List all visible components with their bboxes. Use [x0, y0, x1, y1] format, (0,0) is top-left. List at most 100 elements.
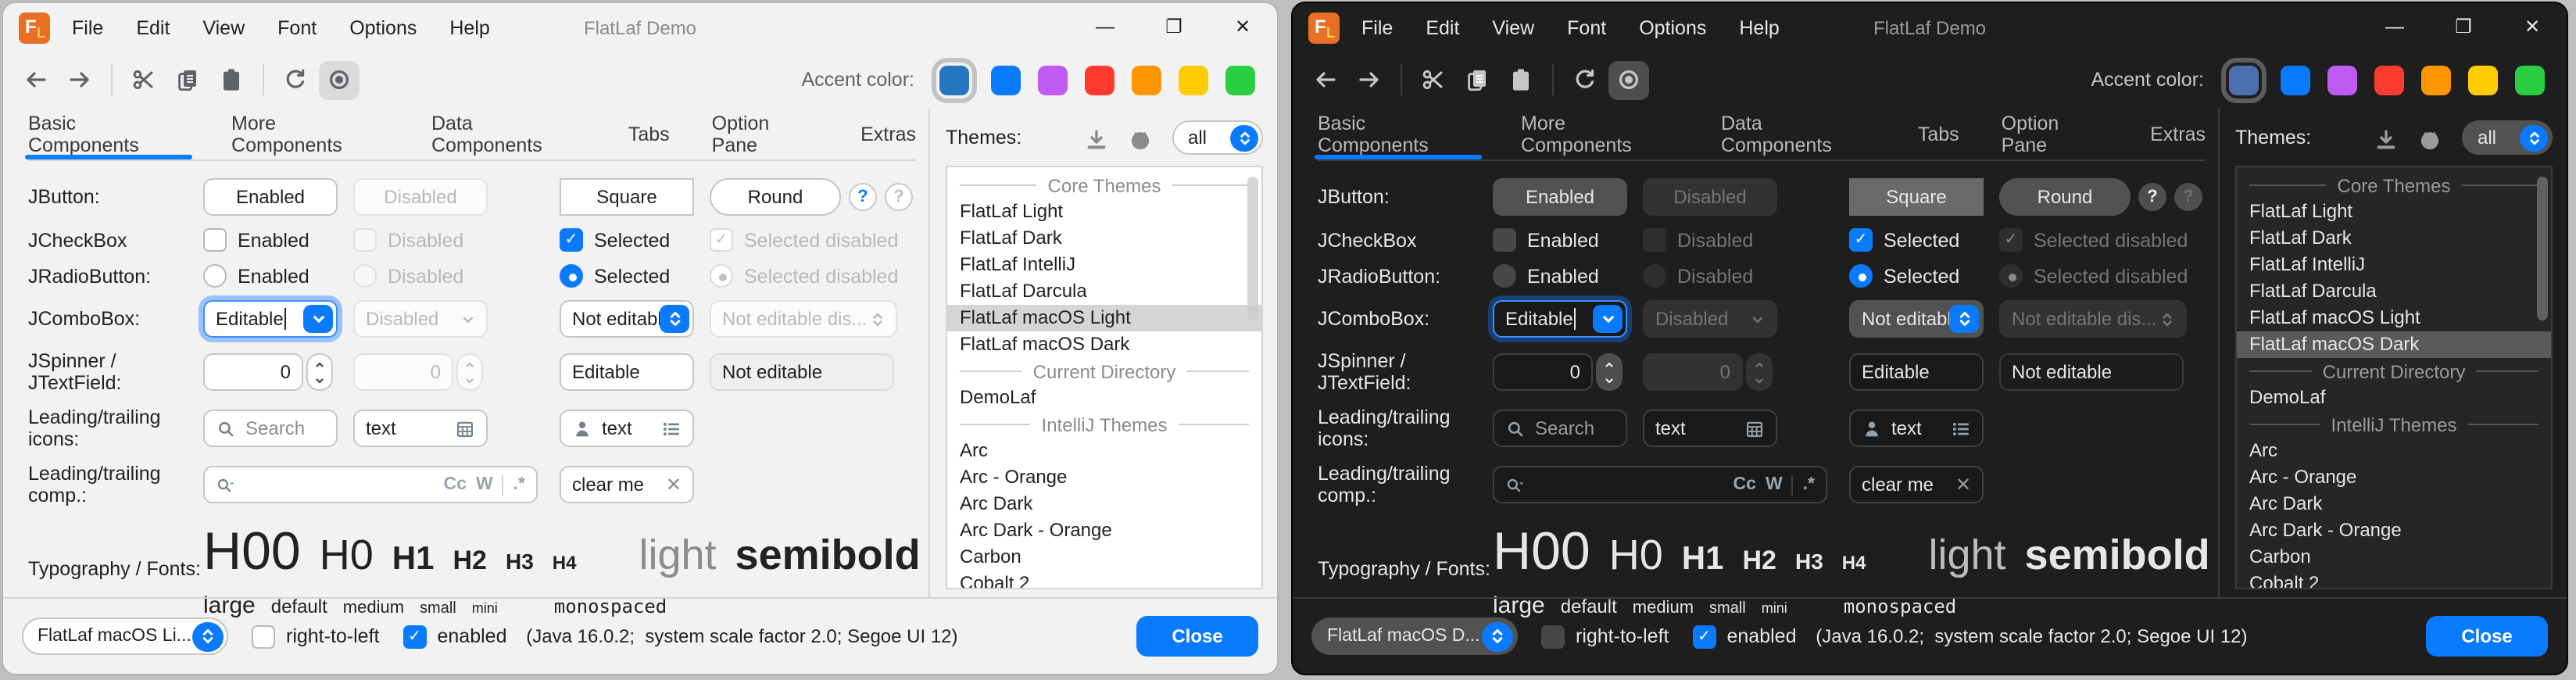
theme-item[interactable]: FlatLaf macOS Dark: [947, 331, 1261, 358]
spinner-value[interactable]: 0: [1493, 353, 1593, 391]
close-window-button[interactable]: ✕: [2498, 3, 2567, 52]
copy-icon[interactable]: [167, 60, 208, 99]
tab-extras[interactable]: Extras: [860, 108, 916, 159]
accent-swatch-orange[interactable]: [1132, 65, 1161, 95]
theme-item[interactable]: Carbon: [947, 544, 1261, 571]
menu-edit[interactable]: Edit: [1426, 16, 1459, 38]
theme-item[interactable]: DemoLaf: [947, 385, 1261, 411]
clear-icon[interactable]: ✕: [1955, 474, 1971, 496]
theme-item[interactable]: Arc: [2237, 438, 2551, 464]
themes-list[interactable]: Core Themes FlatLaf Light FlatLaf Dark F…: [2235, 166, 2553, 589]
radio-selected[interactable]: Selected: [560, 264, 710, 288]
spinner-up-icon[interactable]: [1597, 355, 1621, 372]
theme-item[interactable]: Arc Dark - Orange: [2237, 517, 2551, 544]
github-icon[interactable]: [1129, 127, 1152, 151]
menu-file[interactable]: File: [72, 16, 103, 38]
theme-item[interactable]: Cobalt 2: [947, 571, 1261, 589]
theme-item[interactable]: FlatLaf macOS Dark: [2237, 331, 2551, 358]
list-icon[interactable]: [661, 418, 682, 438]
search-with-options-input[interactable]: Cc W .*: [203, 466, 538, 503]
match-case-toggle[interactable]: Cc: [1733, 475, 1756, 494]
theme-item[interactable]: Arc: [947, 438, 1261, 464]
themes-filter-combobox[interactable]: all: [2462, 120, 2553, 155]
regex-toggle[interactable]: .*: [1803, 475, 1815, 494]
round-button[interactable]: Round: [1999, 178, 2131, 216]
refresh-icon[interactable]: [275, 60, 316, 99]
theme-item[interactable]: FlatLaf Light: [2237, 199, 2551, 225]
theme-item[interactable]: Carbon: [2237, 544, 2551, 571]
tab-data-components[interactable]: Data Components: [1721, 108, 1876, 159]
accent-swatch-green[interactable]: [2515, 65, 2545, 95]
round-button[interactable]: Round: [710, 178, 841, 216]
checkbox-checked-icon[interactable]: ✓: [403, 625, 427, 648]
checkbox-enabled[interactable]: Enabled: [203, 228, 353, 252]
accent-swatch-purple[interactable]: [2327, 65, 2357, 95]
spinner-value[interactable]: 0: [203, 353, 303, 391]
accent-swatch-default[interactable]: [939, 65, 969, 95]
accent-swatch-blue[interactable]: [2281, 65, 2310, 95]
checkbox-icon[interactable]: [1493, 228, 1516, 252]
scrollbar-thumb[interactable]: [2537, 177, 2548, 320]
maximize-button[interactable]: ❐: [1140, 3, 1208, 52]
tab-basic-components[interactable]: Basic Components: [1318, 108, 1479, 159]
menu-options[interactable]: Options: [349, 16, 417, 38]
menu-view[interactable]: View: [202, 16, 245, 38]
tab-tabs[interactable]: Tabs: [1918, 108, 1959, 159]
combobox-arrow-button[interactable]: [303, 305, 333, 333]
menu-font[interactable]: Font: [277, 16, 317, 38]
textfield-editable[interactable]: Editable: [1849, 353, 1984, 391]
paste-icon[interactable]: [211, 60, 252, 99]
theme-item[interactable]: FlatLaf IntelliJ: [2237, 252, 2551, 278]
menu-view[interactable]: View: [1492, 16, 1534, 38]
checkbox-checked-icon[interactable]: ✓: [1693, 625, 1716, 648]
spinner-buttons[interactable]: [1596, 353, 1623, 391]
themes-list[interactable]: Core Themes FlatLaf Light FlatLaf Dark F…: [946, 166, 1263, 589]
theme-item[interactable]: FlatLaf Dark: [947, 225, 1261, 252]
theme-item[interactable]: Arc Dark: [947, 491, 1261, 517]
square-button[interactable]: Square: [1849, 178, 1984, 216]
clear-icon[interactable]: ✕: [666, 474, 682, 496]
radio-enabled[interactable]: Enabled: [203, 264, 353, 288]
theme-item[interactable]: FlatLaf Light: [947, 199, 1261, 225]
search-dropdown-icon[interactable]: [216, 474, 236, 495]
close-window-button[interactable]: ✕: [1208, 3, 1277, 52]
radio-selected-icon[interactable]: [560, 264, 583, 288]
theme-item[interactable]: FlatLaf macOS Light: [947, 305, 1261, 331]
menu-help[interactable]: Help: [1739, 16, 1779, 38]
accent-swatch-red[interactable]: [2374, 65, 2404, 95]
menu-options[interactable]: Options: [1639, 16, 1706, 38]
combobox-editable[interactable]: Editable: [203, 300, 338, 338]
match-case-toggle[interactable]: Cc: [444, 475, 467, 494]
theme-item[interactable]: Cobalt 2: [2237, 571, 2551, 589]
laf-updown-button[interactable]: [192, 621, 224, 651]
spinner-down-icon[interactable]: [1597, 372, 1621, 389]
accent-swatch-default[interactable]: [2229, 65, 2259, 95]
user-input[interactable]: text: [560, 410, 694, 447]
menu-font[interactable]: Font: [1567, 16, 1606, 38]
tab-option-pane[interactable]: Option Pane: [712, 108, 818, 159]
spinner-buttons[interactable]: [306, 353, 333, 391]
clearable-input[interactable]: clear me ✕: [560, 466, 694, 503]
checkbox-selected[interactable]: ✓Selected: [560, 228, 710, 252]
spinner-up-icon[interactable]: [308, 355, 331, 372]
user-input[interactable]: text: [1849, 410, 1984, 447]
scrollbar-thumb[interactable]: [1247, 177, 1258, 320]
square-button[interactable]: Square: [560, 178, 694, 216]
copy-icon[interactable]: [1457, 60, 1497, 99]
checkbox-checked-icon[interactable]: ✓: [560, 228, 583, 252]
laf-combobox[interactable]: FlatLaf macOS D...: [1311, 617, 1518, 655]
checkbox-selected[interactable]: ✓Selected: [1849, 228, 1999, 252]
combobox-editable[interactable]: Editable: [1493, 300, 1627, 338]
combobox-not-editable[interactable]: Not editable: [560, 300, 694, 338]
date-input[interactable]: text: [353, 410, 488, 447]
menu-help[interactable]: Help: [449, 16, 489, 38]
calendar-icon[interactable]: [455, 418, 475, 438]
menu-file[interactable]: File: [1361, 16, 1393, 38]
close-button[interactable]: Close: [2426, 616, 2548, 657]
accent-swatch-blue[interactable]: [991, 65, 1021, 95]
theme-item[interactable]: FlatLaf Dark: [2237, 225, 2551, 252]
laf-updown-button[interactable]: [1482, 621, 1513, 651]
menu-edit[interactable]: Edit: [136, 16, 170, 38]
textfield-editable[interactable]: Editable: [560, 353, 694, 391]
list-icon[interactable]: [1951, 418, 1971, 438]
